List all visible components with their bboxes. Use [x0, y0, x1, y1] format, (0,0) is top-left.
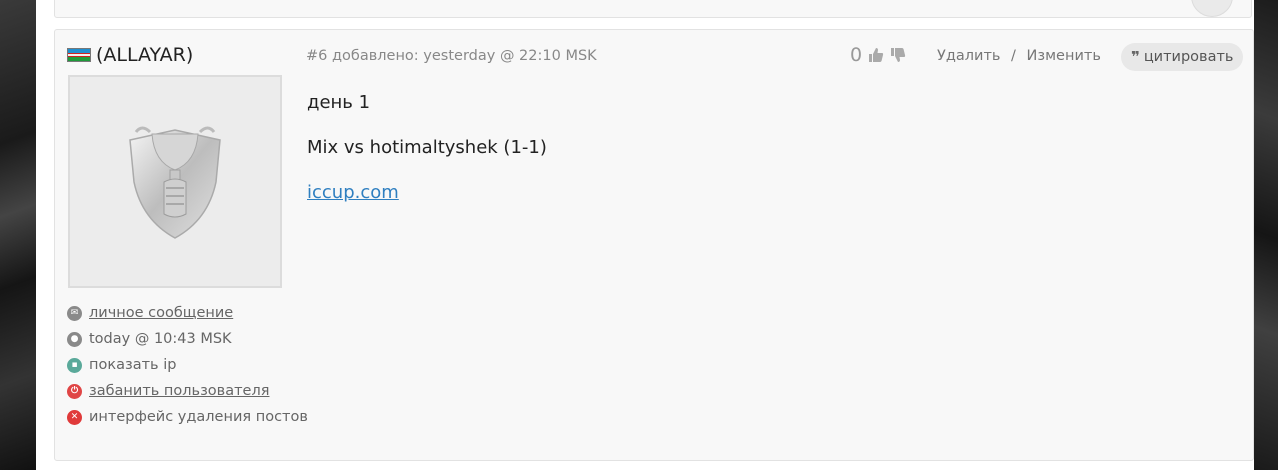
mail-icon: ✉	[67, 305, 82, 321]
author: (ALLAYAR)	[67, 44, 193, 66]
page-content: (ALLAYAR) ✉ личное сообщение ● today @ 1…	[36, 0, 1254, 470]
delete-posts-row[interactable]: ✕ интерфейс удаления постов	[67, 404, 308, 430]
ban-user-link[interactable]: забанить пользователя	[89, 383, 269, 399]
rating-value: 0	[850, 44, 863, 66]
quote-icon: ❞	[1131, 48, 1140, 66]
ban-user-row[interactable]: ⏻ забанить пользователя	[67, 378, 308, 404]
post-line: день 1	[307, 92, 371, 113]
trophy-shield-icon	[129, 126, 221, 239]
clock-icon: ●	[67, 331, 82, 347]
post-line: Mix vs hotimaltyshek (1-1)	[307, 137, 547, 158]
delete-posts-link[interactable]: интерфейс удаления постов	[89, 409, 308, 425]
post-rating: 0	[850, 44, 906, 66]
forum-post: (ALLAYAR) ✉ личное сообщение ● today @ 1…	[54, 29, 1254, 461]
edit-post-link[interactable]: Изменить	[1027, 48, 1101, 64]
close-icon: ✕	[67, 409, 82, 425]
thumbs-down-icon[interactable]	[890, 47, 906, 63]
previous-post-button[interactable]	[1191, 0, 1233, 17]
post-header: #6 добавлено: yesterday @ 22:10 MSK	[306, 48, 597, 64]
quote-button[interactable]: ❞ цитировать	[1121, 43, 1244, 71]
avatar	[68, 75, 282, 288]
post-actions: Удалить / Изменить	[937, 48, 1101, 64]
post-content: день 1 Mix vs hotimaltyshek (1-1) iccup.…	[307, 92, 547, 227]
user-meta: ✉ личное сообщение ● today @ 10:43 MSK ▪…	[67, 300, 308, 430]
last-seen-time: today @ 10:43 MSK	[89, 331, 232, 347]
private-message-row[interactable]: ✉ личное сообщение	[67, 300, 308, 326]
post-link[interactable]: iccup.com	[307, 182, 399, 203]
last-seen-row: ● today @ 10:43 MSK	[67, 326, 308, 352]
monitor-icon: ▪	[67, 357, 82, 373]
author-name[interactable]: (ALLAYAR)	[96, 44, 193, 66]
private-message-link[interactable]: личное сообщение	[89, 305, 233, 321]
delete-post-link[interactable]: Удалить	[937, 48, 1000, 64]
previous-post	[54, 0, 1252, 18]
background-art-right	[1254, 0, 1278, 470]
quote-label: цитировать	[1143, 49, 1234, 65]
power-icon: ⏻	[67, 383, 82, 399]
flag-icon	[67, 48, 91, 62]
show-ip-row[interactable]: ▪ показать ip	[67, 352, 308, 378]
background-art-left	[0, 0, 36, 470]
thumbs-up-icon[interactable]	[868, 47, 884, 63]
actions-separator: /	[1011, 48, 1016, 64]
show-ip-link[interactable]: показать ip	[89, 357, 176, 373]
